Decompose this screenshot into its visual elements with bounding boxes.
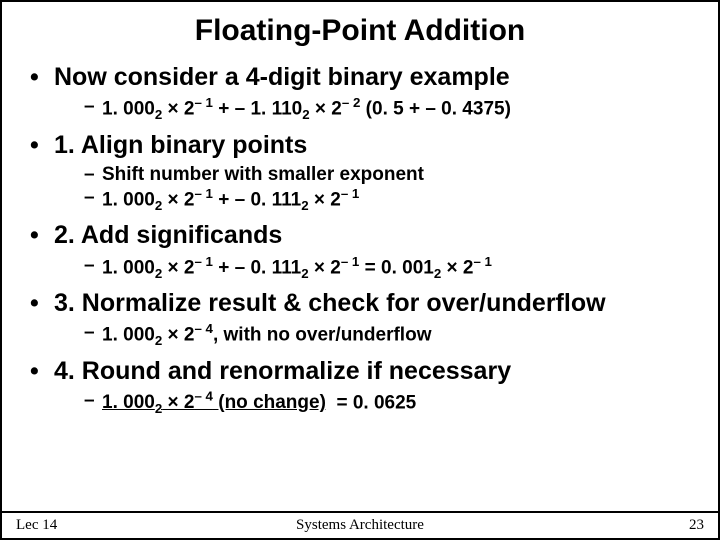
sub-item: 1. 0002 × 2– 1 + – 0. 1112 × 2– 1 = 0. 0… bbox=[84, 254, 690, 282]
sub-item: Shift number with smaller exponent bbox=[84, 163, 690, 186]
bullet-text: 1. Align binary points bbox=[30, 130, 690, 161]
list-item: Now consider a 4-digit binary example 1.… bbox=[30, 62, 690, 124]
sub-item: 1. 0002 × 2– 1 + – 1. 1102 × 2– 2 (0. 5 … bbox=[84, 95, 690, 123]
sub-list: 1. 0002 × 2– 1 + – 1. 1102 × 2– 2 (0. 5 … bbox=[30, 95, 690, 123]
footer: Lec 14 Systems Architecture 23 bbox=[2, 511, 718, 534]
sub-item: 1. 0002 × 2– 1 + – 0. 1112 × 2– 1 bbox=[84, 186, 690, 214]
bullet-text: 4. Round and renormalize if necessary bbox=[30, 356, 690, 387]
sub-list: 1. 0002 × 2– 1 + – 0. 1112 × 2– 1 = 0. 0… bbox=[30, 254, 690, 282]
sub-list: Shift number with smaller exponent 1. 00… bbox=[30, 163, 690, 215]
bullet-text: 3. Normalize result & check for over/und… bbox=[30, 288, 690, 319]
sub-list: 1. 0002 × 2– 4, with no over/underflow bbox=[30, 321, 690, 349]
bullet-text: 2. Add significands bbox=[30, 220, 690, 251]
sub-list: 1. 0002 × 2– 4 (no change) = 0. 0625 bbox=[30, 389, 690, 417]
slide: Floating-Point Addition Now consider a 4… bbox=[0, 0, 720, 540]
list-item: 4. Round and renormalize if necessary 1.… bbox=[30, 356, 690, 418]
list-item: 3. Normalize result & check for over/und… bbox=[30, 288, 690, 350]
slide-title: Floating-Point Addition bbox=[2, 14, 718, 48]
list-item: 2. Add significands 1. 0002 × 2– 1 + – 0… bbox=[30, 220, 690, 282]
list-item: 1. Align binary points Shift number with… bbox=[30, 130, 690, 215]
bullet-list: Now consider a 4-digit binary example 1.… bbox=[2, 62, 718, 417]
footer-center: Systems Architecture bbox=[2, 517, 718, 534]
bullet-text: Now consider a 4-digit binary example bbox=[30, 62, 690, 93]
sub-item: 1. 0002 × 2– 4 (no change) = 0. 0625 bbox=[84, 389, 690, 417]
sub-item: 1. 0002 × 2– 4, with no over/underflow bbox=[84, 321, 690, 349]
